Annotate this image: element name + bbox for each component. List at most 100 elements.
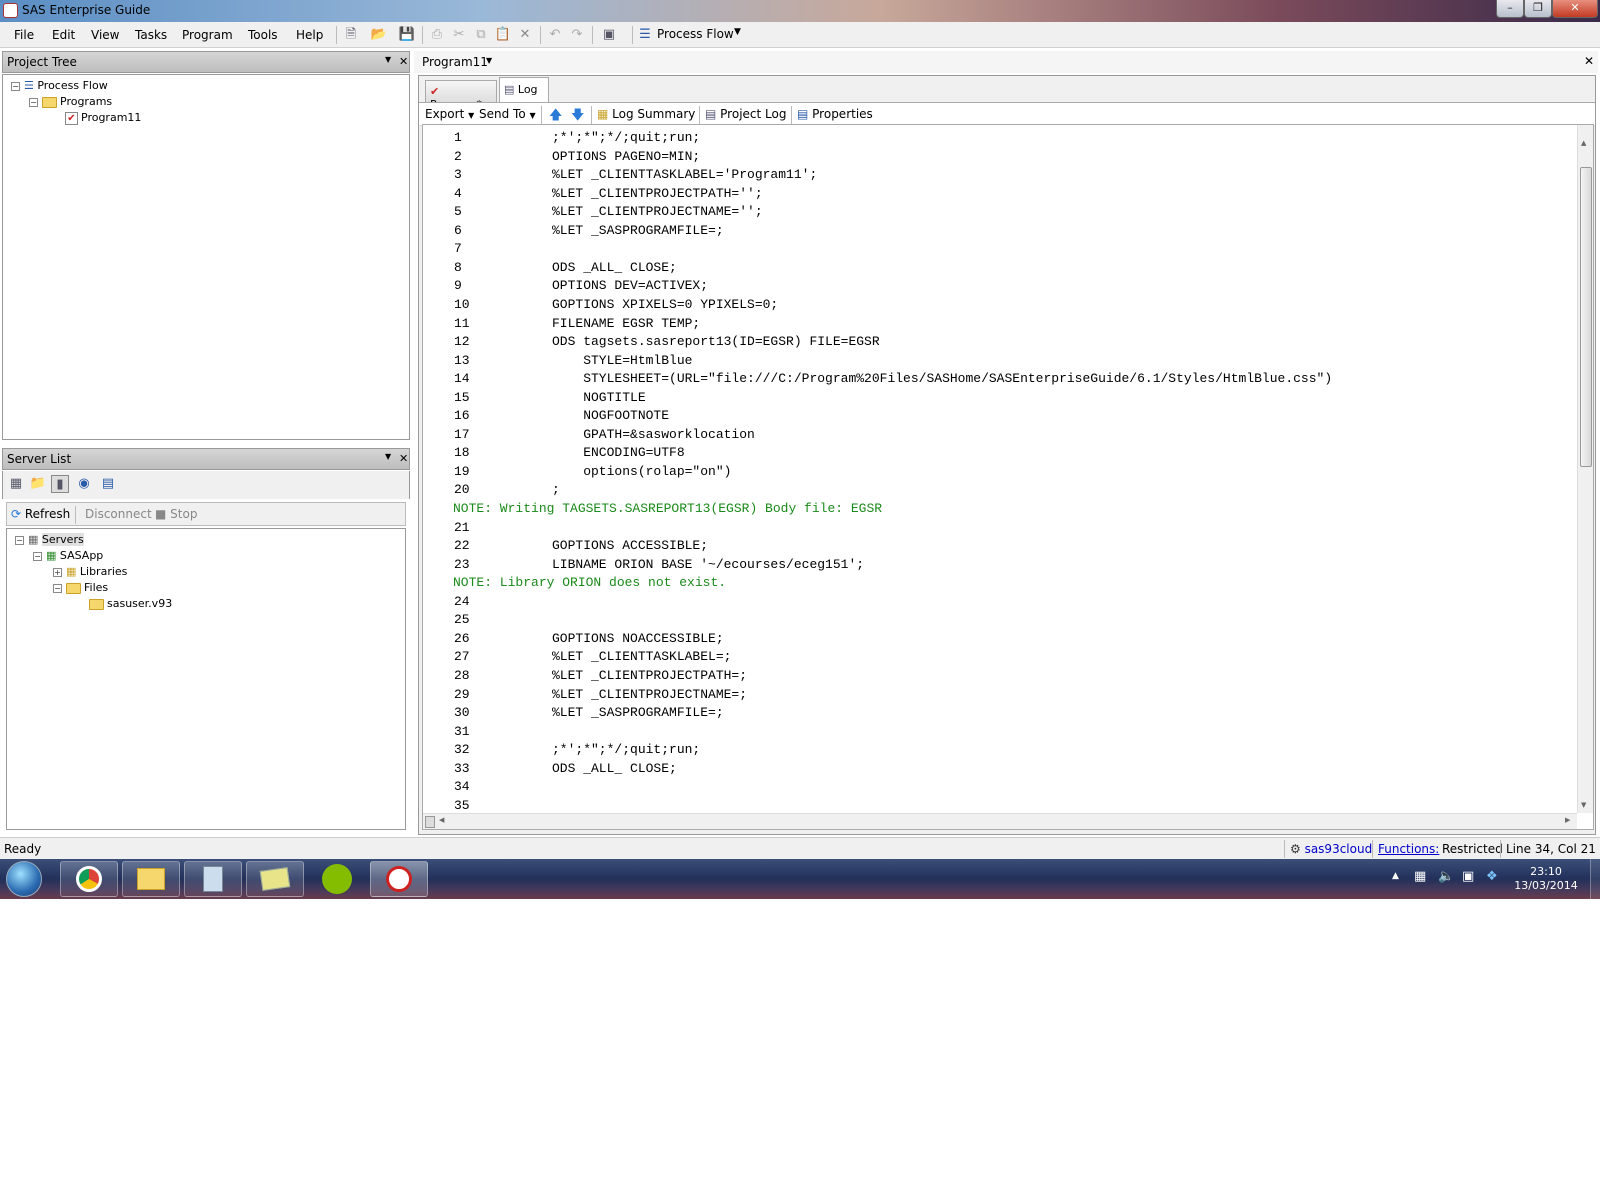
collapse-icon[interactable]: − [11, 81, 20, 91]
document-title[interactable]: Program11 [422, 55, 488, 69]
collapse-icon[interactable]: − [15, 535, 24, 545]
tree-item-program11[interactable]: ✔ Program11 [65, 111, 141, 125]
open-icon[interactable]: 📂 [370, 26, 388, 44]
close-icon[interactable]: ✕ [1584, 54, 1594, 68]
tab-log[interactable]: ▤ Log [499, 77, 549, 102]
scroll-thumb[interactable] [1580, 167, 1592, 467]
chevron-down-icon[interactable]: ▼ [385, 452, 391, 461]
spotify-icon [322, 864, 352, 894]
server-icon[interactable]: ▦ [7, 475, 25, 493]
notes-taskbar-button[interactable] [246, 861, 304, 897]
server-list-header: Server List ▼ ✕ [2, 448, 410, 470]
tree-item-programs[interactable]: − Programs [29, 95, 112, 108]
tree-item-process-flow[interactable]: − ☰ Process Flow [11, 79, 108, 92]
scroll-down-arrow[interactable]: ▼ [1581, 801, 1586, 809]
explorer-taskbar-button[interactable] [122, 861, 180, 897]
functions-link[interactable]: Functions: [1378, 842, 1439, 856]
line-number: 29 [454, 686, 470, 702]
code-text: %LET _CLIENTPROJECTNAME=''; [552, 204, 763, 220]
undo-icon[interactable]: ↶ [546, 26, 564, 44]
tree-item-label: Process Flow [37, 79, 108, 92]
vertical-scrollbar[interactable]: ▲ ▼ [1577, 125, 1593, 813]
paste-icon[interactable]: 📋 [494, 26, 512, 44]
tree-item-sasapp[interactable]: − ▦ SASApp [33, 549, 103, 562]
collapse-icon[interactable]: − [29, 97, 38, 107]
minimize-button[interactable]: – [1496, 0, 1524, 18]
volume-icon[interactable]: 🔈 [1438, 869, 1454, 884]
save-icon[interactable]: 💾 [398, 26, 416, 44]
toolbar-separator [75, 506, 76, 524]
menu-tasks[interactable]: Tasks [135, 28, 167, 42]
clock[interactable]: 23:10 13/03/2014 [1508, 865, 1584, 893]
print-icon[interactable]: ⎙ [428, 26, 446, 44]
refresh-button[interactable]: ⟳ Refresh [11, 507, 70, 521]
toolbar-separator [592, 26, 593, 44]
tree-item-libraries[interactable]: + ▦ Libraries [53, 565, 127, 578]
copy-icon[interactable]: ⧉ [472, 26, 490, 44]
menu-view[interactable]: View [91, 28, 119, 42]
menu-program[interactable]: Program [182, 28, 233, 42]
expand-icon[interactable]: + [53, 567, 62, 577]
start-button[interactable] [6, 861, 42, 897]
line-number: 26 [454, 630, 470, 646]
menu-file[interactable]: File [14, 28, 34, 42]
chevron-down-icon[interactable]: ▼ [385, 55, 391, 64]
scroll-up-arrow[interactable]: ▲ [1581, 139, 1586, 147]
refresh-icon: ⟳ [11, 507, 25, 521]
folder-icon[interactable]: 📁 [29, 475, 47, 493]
toolbar-separator [336, 26, 337, 44]
network-icon[interactable]: ▦ [1414, 869, 1426, 884]
line-number: 31 [454, 723, 470, 739]
menu-edit[interactable]: Edit [52, 28, 75, 42]
new-icon[interactable]: 🗎 [342, 26, 360, 44]
stop-icon: ■ [155, 507, 171, 521]
server-connection[interactable]: ⚙ sas93cloud [1290, 842, 1372, 856]
show-desktop-button[interactable] [1590, 859, 1600, 899]
menu-help[interactable]: Help [296, 28, 323, 42]
chevron-down-icon[interactable]: ▼ [486, 56, 492, 65]
log-viewer[interactable]: 1 ;*';*";*/;quit;run; 2 OPTIONS PAGENO=MIN;… [422, 124, 1594, 830]
tree-item-servers[interactable]: − ▦ Servers [15, 533, 84, 546]
line-number: 3 [454, 167, 462, 183]
line-number: 32 [454, 742, 470, 758]
library-icon[interactable]: ▮ [51, 475, 69, 493]
sas-eg-taskbar-button[interactable] [370, 861, 428, 897]
close-button[interactable]: ✕ [1552, 0, 1598, 18]
chrome-taskbar-button[interactable] [60, 861, 118, 897]
send-to-dropdown[interactable]: Send To ▼ [479, 107, 536, 121]
cut-icon[interactable]: ✂ [450, 26, 468, 44]
dropbox-icon[interactable]: ❖ [1486, 869, 1498, 884]
calculator-taskbar-button[interactable] [184, 861, 242, 897]
window-layout-icon[interactable]: ▣ [600, 26, 618, 44]
process-flow-dropdown[interactable]: Process Flow [657, 27, 734, 41]
show-hidden-icons[interactable]: ▲ [1392, 871, 1399, 881]
scroll-right-arrow[interactable]: ▶ [1565, 816, 1570, 824]
spotify-taskbar-button[interactable] [308, 861, 366, 897]
delete-icon[interactable]: ✕ [516, 26, 534, 44]
globe-icon[interactable]: ◉ [75, 475, 93, 493]
close-icon[interactable]: ✕ [399, 452, 408, 465]
export-dropdown[interactable]: Export ▼ [425, 107, 474, 121]
disconnect-button[interactable]: Disconnect [85, 507, 152, 521]
scroll-left-arrow[interactable]: ◀ [439, 816, 444, 824]
properties-button[interactable]: ▤ Properties [797, 107, 873, 121]
project-tree: − ☰ Process Flow − Programs ✔ Program11 [2, 74, 410, 440]
code-text: ODS tagsets.sasreport13(ID=EGSR) FILE=EG… [552, 334, 880, 350]
tree-item-files[interactable]: − Files [53, 581, 108, 594]
horizontal-scrollbar[interactable]: ◀ ▶ [423, 813, 1577, 829]
redo-icon[interactable]: ↷ [568, 26, 586, 44]
collapse-icon[interactable]: − [53, 583, 62, 593]
menu-tools[interactable]: Tools [248, 28, 278, 42]
document-icon[interactable]: ▤ [99, 475, 117, 493]
tab-program[interactable]: ✔ Program* [425, 80, 497, 111]
project-log-button[interactable]: ▤ Project Log [705, 107, 786, 121]
display-icon[interactable]: ▣ [1462, 869, 1474, 884]
restore-button[interactable]: ❐ [1524, 0, 1552, 18]
stop-button[interactable]: ■ Stop [155, 507, 197, 521]
scroll-thumb[interactable] [425, 816, 435, 828]
collapse-icon[interactable]: − [33, 551, 42, 561]
log-summary-button[interactable]: ▦ Log Summary [597, 107, 695, 121]
chevron-down-icon[interactable]: ▼ [734, 27, 741, 37]
close-icon[interactable]: ✕ [399, 55, 408, 68]
tree-item-sasuser[interactable]: sasuser.v93 [89, 597, 172, 610]
